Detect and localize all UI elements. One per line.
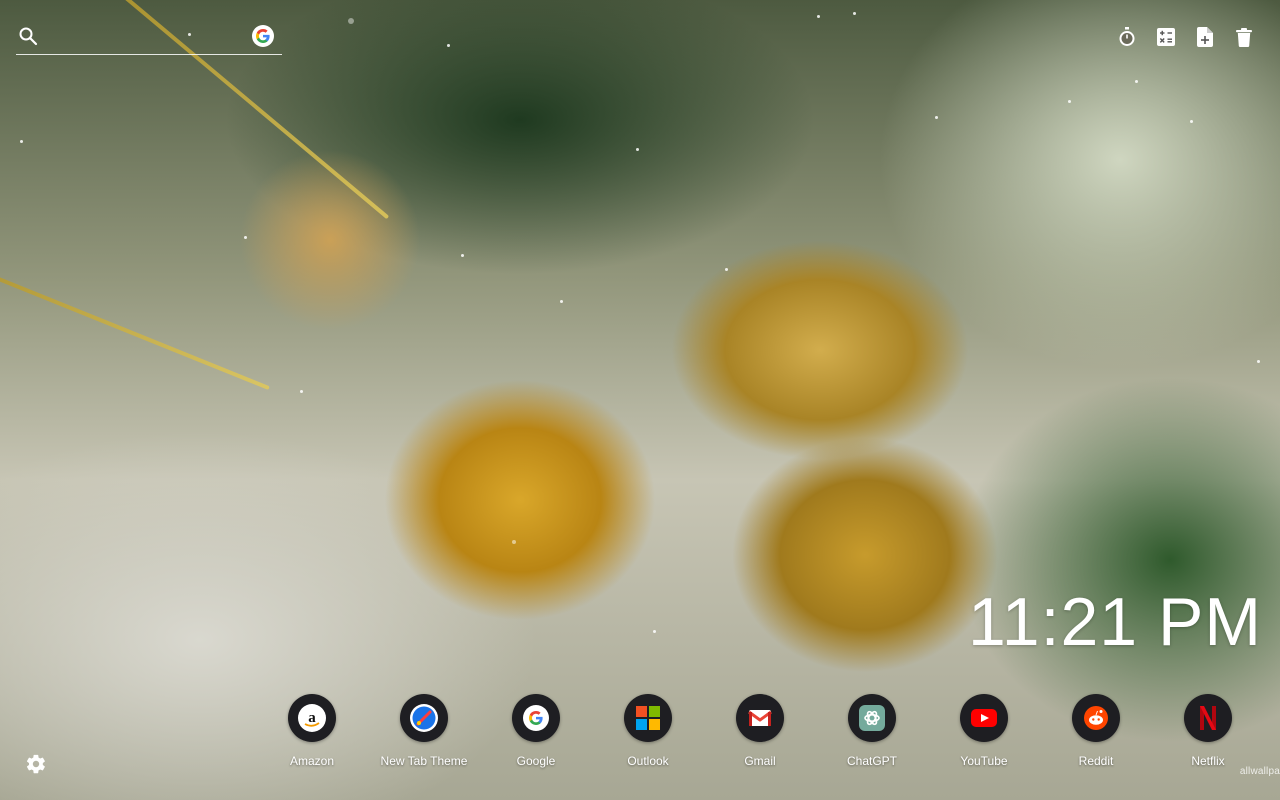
shortcut-label: Reddit [1078, 754, 1114, 768]
search-icon[interactable] [18, 26, 38, 46]
shortcut-label: YouTube [960, 754, 1008, 768]
shortcut-label: New Tab Theme [380, 754, 468, 768]
shortcut-outlook[interactable]: Outlook [592, 694, 704, 768]
gmail-icon [736, 694, 784, 742]
gear-icon[interactable] [25, 753, 47, 775]
stopwatch-icon[interactable] [1117, 26, 1137, 48]
google-g-icon[interactable] [252, 25, 274, 47]
shortcut-reddit[interactable]: Reddit [1040, 694, 1152, 768]
youtube-icon [960, 694, 1008, 742]
reddit-icon [1072, 694, 1120, 742]
file-add-icon[interactable] [1195, 26, 1215, 48]
shortcut-label: ChatGPT [846, 754, 897, 768]
shortcut-new-tab-theme[interactable]: New Tab Theme [368, 694, 480, 768]
shortcut-chatgpt[interactable]: ChatGPT [816, 694, 928, 768]
toolbar [1117, 26, 1254, 48]
trash-icon[interactable] [1234, 26, 1254, 48]
outlook-icon [624, 694, 672, 742]
calculator-icon[interactable] [1156, 26, 1176, 48]
shortcut-google[interactable]: Google [480, 694, 592, 768]
shortcut-gmail[interactable]: Gmail [704, 694, 816, 768]
shortcut-label: Gmail [744, 754, 776, 768]
shortcut-youtube[interactable]: YouTube [928, 694, 1040, 768]
wallpaper-credit: allwallpa [1239, 766, 1280, 777]
amazon-icon: a [288, 694, 336, 742]
chatgpt-icon [848, 694, 896, 742]
shortcut-label: Outlook [627, 754, 669, 768]
search-input[interactable] [48, 24, 242, 50]
netflix-icon [1184, 694, 1232, 742]
google-icon [512, 694, 560, 742]
ribbon-decoration [0, 273, 270, 391]
shortcut-label: Amazon [289, 754, 335, 768]
shortcut-netflix[interactable]: Netflix [1152, 694, 1264, 768]
shortcut-amazon[interactable]: a Amazon [256, 694, 368, 768]
shortcut-label: Google [516, 754, 556, 768]
svg-text:a: a [308, 710, 316, 726]
shortcuts-dock: a Amazon New Tab Theme Google Outlook Gm… [256, 694, 1264, 774]
clock-time: 11:21 PM [967, 584, 1262, 660]
search-bar[interactable] [16, 20, 282, 55]
new-tab-theme-icon [400, 694, 448, 742]
